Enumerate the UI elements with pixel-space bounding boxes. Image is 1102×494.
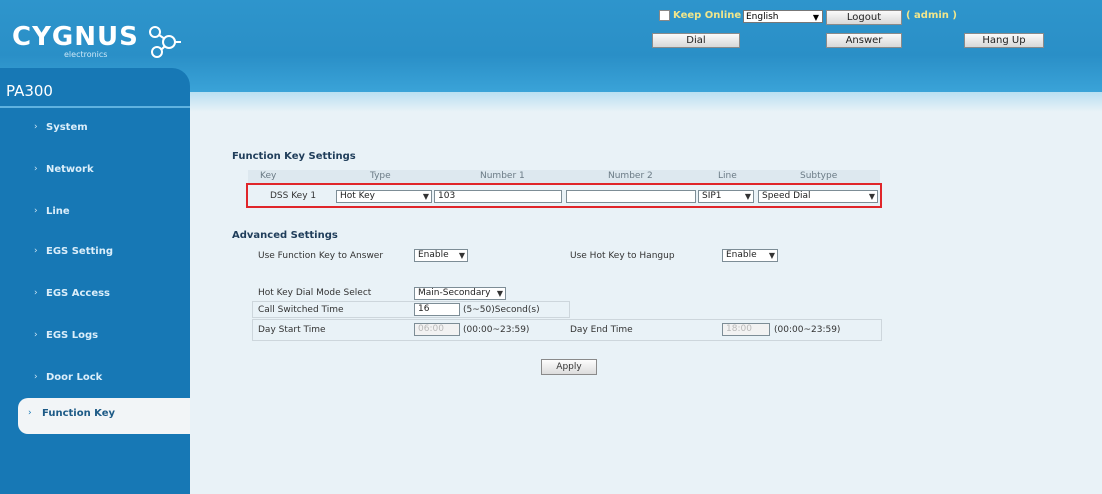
sidebar-item-label: EGS Setting [46, 246, 113, 257]
chevron-right-icon: › [34, 330, 38, 340]
divider [0, 106, 190, 108]
day-end-hint: (00:00~23:59) [774, 325, 841, 335]
language-value: English [746, 12, 779, 22]
call-switched-label: Call Switched Time [258, 305, 344, 315]
logout-button[interactable]: Logout [826, 10, 902, 25]
language-select[interactable]: English ▼ [743, 10, 823, 23]
sidebar-item-door-lock[interactable]: › Door Lock [0, 362, 190, 398]
call-switched-hint: (5~50)Second(s) [463, 305, 540, 315]
sidebar-item-label: Door Lock [46, 372, 103, 383]
user-label: ( admin ) [906, 10, 957, 21]
column-header-number2: Number 2 [608, 171, 653, 181]
answer-button[interactable]: Answer [826, 33, 902, 48]
keep-online-toggle[interactable]: Keep Online [659, 10, 741, 21]
chevron-down-icon: ▼ [458, 251, 465, 260]
sidebar-item-label: System [46, 122, 88, 133]
chevron-right-icon: › [34, 206, 38, 216]
sidebar-item-label: Function Key [42, 408, 116, 419]
apply-button[interactable]: Apply [541, 359, 597, 375]
column-header-number1: Number 1 [480, 171, 525, 181]
use-hotkey-hangup-label: Use Hot Key to Hangup [570, 251, 675, 261]
use-fk-answer-value: Enable [418, 250, 449, 260]
hang-up-button[interactable]: Hang Up [964, 33, 1044, 48]
chevron-down-icon: ▼ [812, 13, 819, 22]
day-end-label: Day End Time [570, 325, 633, 335]
sidebar-item-function-key[interactable]: › Function Key [18, 398, 190, 434]
sidebar-item-system[interactable]: › System [0, 112, 190, 148]
use-hotkey-hangup-value: Enable [726, 250, 757, 260]
hotkey-dial-mode-select[interactable]: Main-Secondary ▼ [414, 287, 506, 300]
logo: CYGNUS [12, 22, 139, 52]
hotkey-dial-mode-value: Main-Secondary [418, 288, 491, 298]
function-key-table-header: Key Type Number 1 Number 2 Line Subtype [248, 170, 880, 183]
sidebar-item-label: EGS Logs [46, 330, 99, 341]
chevron-right-icon: › [34, 372, 38, 382]
column-header-key: Key [260, 171, 277, 181]
sidebar: PA300 › System › Network › Line › EGS Se… [0, 68, 190, 494]
chevron-down-icon: ▼ [496, 289, 503, 298]
day-start-hint: (00:00~23:59) [463, 325, 530, 335]
use-fk-answer-select[interactable]: Enable ▼ [414, 249, 468, 262]
chevron-right-icon: › [34, 246, 38, 256]
advanced-settings-title: Advanced Settings [232, 230, 338, 241]
sidebar-item-line[interactable]: › Line [0, 196, 190, 232]
sidebar-item-egs-logs[interactable]: › EGS Logs [0, 320, 190, 356]
device-model-title: PA300 [6, 82, 53, 100]
sidebar-item-egs-setting[interactable]: › EGS Setting [0, 236, 190, 272]
day-end-input[interactable]: 18:00 [722, 323, 770, 336]
use-hotkey-hangup-select[interactable]: Enable ▼ [722, 249, 778, 262]
call-switched-input[interactable]: 16 [414, 303, 460, 316]
dial-button[interactable]: Dial [652, 33, 740, 48]
column-header-type: Type [370, 171, 391, 181]
highlight-box [246, 183, 882, 208]
sidebar-item-label: Network [46, 164, 94, 175]
column-header-subtype: Subtype [800, 171, 838, 181]
chevron-right-icon: › [34, 122, 38, 132]
keep-online-label: Keep Online [673, 10, 742, 21]
column-header-line: Line [718, 171, 737, 181]
chevron-down-icon: ▼ [768, 251, 775, 260]
chevron-right-icon: › [34, 288, 38, 298]
keep-online-checkbox[interactable] [659, 10, 670, 21]
use-fk-answer-label: Use Function Key to Answer [258, 251, 384, 261]
sidebar-item-label: Line [46, 206, 70, 217]
cygnus-logo-icon [149, 26, 181, 58]
function-key-settings-title: Function Key Settings [232, 151, 356, 162]
chevron-right-icon: › [28, 408, 32, 418]
content-header-bar [190, 92, 1102, 112]
day-start-label: Day Start Time [258, 325, 326, 335]
hotkey-dial-mode-label: Hot Key Dial Mode Select [258, 288, 372, 298]
logo-subtitle: electronics [64, 50, 108, 59]
sidebar-item-egs-access[interactable]: › EGS Access [0, 278, 190, 314]
sidebar-item-network[interactable]: › Network [0, 154, 190, 190]
sidebar-item-label: EGS Access [46, 288, 111, 299]
chevron-right-icon: › [34, 164, 38, 174]
day-start-input[interactable]: 06:00 [414, 323, 460, 336]
